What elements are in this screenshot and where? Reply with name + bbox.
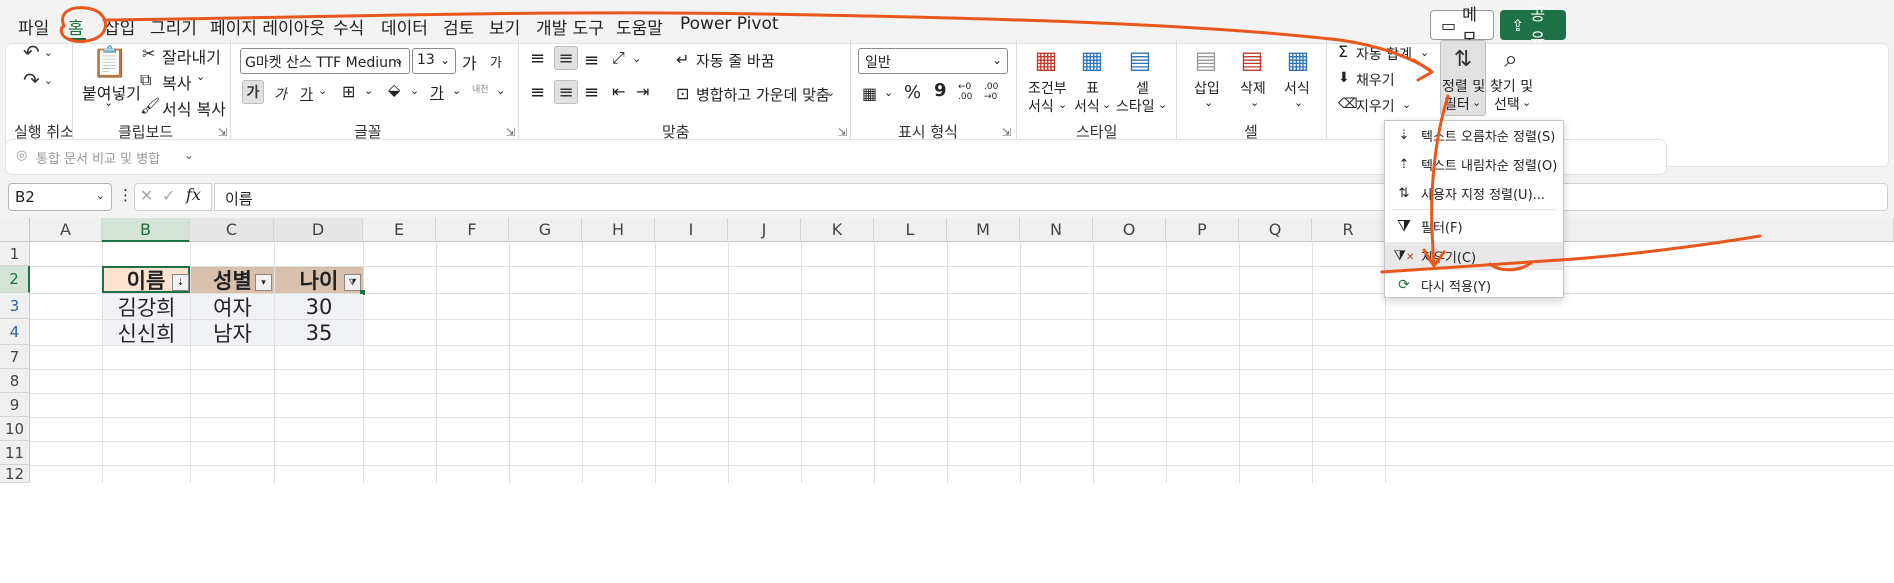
annotation-circle-home (59, 6, 107, 43)
annotation-arrowhead-1 (1412, 58, 1434, 82)
annotation-arrow-path (102, 11, 1432, 72)
annotation-overlay (59, 6, 1762, 274)
annotation-down-arrow (1430, 94, 1450, 264)
annotation-underline-clear (1380, 234, 1762, 274)
